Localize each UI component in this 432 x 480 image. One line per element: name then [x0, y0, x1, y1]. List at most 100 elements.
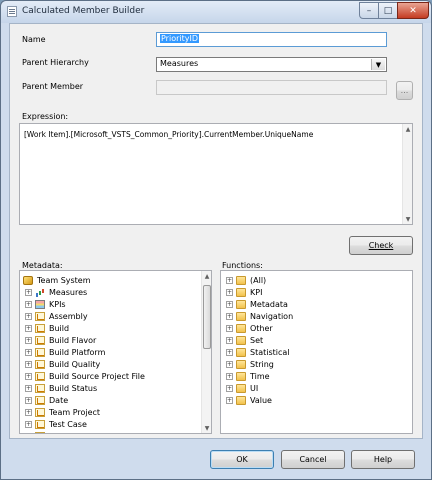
expand-icon[interactable]: +	[25, 396, 32, 404]
scroll-down-icon[interactable]: ▼	[403, 214, 412, 224]
scroll-down-icon[interactable]: ▼	[202, 423, 211, 433]
dimension-icon	[35, 323, 45, 333]
check-button[interactable]: Check	[349, 236, 413, 255]
expand-icon[interactable]: +	[25, 420, 32, 428]
metadata-tree[interactable]: Team System + Measures + KPIs + Assembly + Build…	[19, 270, 212, 434]
expand-icon[interactable]: +	[25, 348, 32, 356]
dimension-icon	[35, 347, 45, 357]
metadata-item-label: Date	[49, 395, 69, 405]
metadata-tree-item[interactable]: + Build Platform	[25, 346, 105, 358]
expand-icon[interactable]: +	[25, 360, 32, 368]
browse-parent-member-button[interactable]: ...	[396, 81, 413, 100]
dimension-icon	[35, 359, 45, 369]
cancel-button[interactable]: Cancel	[281, 450, 345, 469]
cube-icon	[23, 275, 33, 285]
expand-icon[interactable]: +	[226, 336, 233, 344]
metadata-scrollbar[interactable]: ▲ ▼	[201, 271, 211, 433]
cancel-label: Cancel	[299, 455, 327, 464]
function-category-label: Other	[250, 323, 273, 333]
folder-icon	[236, 287, 246, 297]
title-bar[interactable]: Calculated Member Builder – □ ✕	[1, 1, 431, 23]
expand-icon[interactable]: +	[25, 324, 32, 332]
name-value: PriorityID	[160, 34, 199, 43]
metadata-tree-item[interactable]: + Test Configuration	[25, 430, 122, 433]
parent-hierarchy-select[interactable]: Measures ▼	[156, 57, 387, 72]
function-category-label: Statistical	[250, 347, 290, 357]
expand-icon[interactable]: +	[226, 360, 233, 368]
dimension-icon	[35, 311, 45, 321]
functions-tree-item[interactable]: + Time	[226, 370, 270, 382]
functions-tree-item[interactable]: + Value	[226, 394, 272, 406]
expand-icon[interactable]: +	[226, 288, 233, 296]
expand-icon[interactable]: +	[226, 384, 233, 392]
expand-icon[interactable]: +	[226, 324, 233, 332]
metadata-item-label: Build Flavor	[49, 335, 97, 345]
expand-icon[interactable]: +	[226, 312, 233, 320]
expand-icon[interactable]: +	[25, 372, 32, 380]
expand-icon[interactable]: +	[25, 384, 32, 392]
functions-tree-item[interactable]: + (All)	[226, 274, 266, 286]
functions-tree-item[interactable]: + Set	[226, 334, 263, 346]
expression-text: [Work Item].[Microsoft_VSTS_Common_Prior…	[24, 130, 314, 139]
metadata-tree-item[interactable]: + KPIs	[25, 298, 66, 310]
function-category-label: Value	[250, 395, 272, 405]
expand-icon[interactable]: +	[226, 372, 233, 380]
expand-icon[interactable]: +	[25, 300, 32, 308]
dimension-icon	[35, 371, 45, 381]
function-category-label: Time	[250, 371, 270, 381]
ok-button[interactable]: OK	[210, 450, 274, 469]
function-category-label: Set	[250, 335, 264, 345]
name-label: Name	[22, 35, 46, 44]
metadata-tree-item[interactable]: + Build Quality	[25, 358, 100, 370]
minimize-button[interactable]: –	[359, 2, 379, 19]
scrollbar-thumb[interactable]	[203, 285, 211, 349]
metadata-tree-item[interactable]: + Build	[25, 322, 69, 334]
name-field[interactable]: PriorityID	[156, 32, 387, 47]
functions-tree-item[interactable]: + Statistical	[226, 346, 290, 358]
expand-icon[interactable]: +	[226, 276, 233, 284]
folder-icon	[236, 347, 246, 357]
metadata-tree-item[interactable]: + Build Status	[25, 382, 97, 394]
functions-tree-item[interactable]: + Navigation	[226, 310, 293, 322]
help-button[interactable]: Help	[351, 450, 415, 469]
expand-icon[interactable]: +	[226, 300, 233, 308]
chevron-down-icon[interactable]: ▼	[371, 59, 385, 70]
metadata-item-label: Assembly	[49, 311, 88, 321]
functions-tree-item[interactable]: + Metadata	[226, 298, 288, 310]
metadata-tree-item[interactable]: + Build Flavor	[25, 334, 96, 346]
metadata-tree-item[interactable]: + Assembly	[25, 310, 88, 322]
expand-icon[interactable]: +	[25, 288, 32, 296]
functions-tree-item[interactable]: + KPI	[226, 286, 262, 298]
metadata-tree-item[interactable]: + Test Case	[25, 418, 87, 430]
metadata-tree-item[interactable]: + Date	[25, 394, 68, 406]
functions-tree-item[interactable]: + Other	[226, 322, 273, 334]
expand-icon[interactable]: +	[25, 432, 32, 433]
metadata-tree-item[interactable]: + Team Project	[25, 406, 100, 418]
scroll-up-icon[interactable]: ▲	[403, 124, 412, 134]
close-button[interactable]: ✕	[397, 2, 429, 19]
folder-icon	[236, 299, 246, 309]
metadata-item-label: Team Project	[49, 407, 101, 417]
metadata-item-label: Team System	[37, 275, 91, 285]
metadata-tree-item[interactable]: + Measures	[25, 286, 87, 298]
metadata-item-label: Test Case	[49, 419, 87, 429]
metadata-tree-item[interactable]: + Build Source Project File	[25, 370, 145, 382]
expression-scrollbar[interactable]: ▲ ▼	[402, 124, 412, 224]
metadata-item-label: Build	[49, 323, 70, 333]
dialog-content: Name PriorityID Parent Hierarchy Measure…	[9, 23, 423, 439]
dimension-icon	[35, 383, 45, 393]
metadata-tree-item[interactable]: Team System	[23, 274, 91, 286]
maximize-icon: □	[383, 5, 393, 16]
expand-icon[interactable]: +	[25, 336, 32, 344]
expand-icon[interactable]: +	[25, 312, 32, 320]
functions-tree-item[interactable]: + String	[226, 358, 274, 370]
maximize-button[interactable]: □	[378, 2, 398, 19]
expand-icon[interactable]: +	[226, 396, 233, 404]
functions-tree[interactable]: + (All) + KPI + Metadata + Navigation + Other + Set…	[220, 270, 413, 434]
expression-editor[interactable]: [Work Item].[Microsoft_VSTS_Common_Prior…	[19, 123, 413, 225]
expand-icon[interactable]: +	[226, 348, 233, 356]
functions-tree-item[interactable]: + UI	[226, 382, 258, 394]
expand-icon[interactable]: +	[25, 408, 32, 416]
folder-icon	[236, 311, 246, 321]
scroll-up-icon[interactable]: ▲	[202, 271, 211, 281]
